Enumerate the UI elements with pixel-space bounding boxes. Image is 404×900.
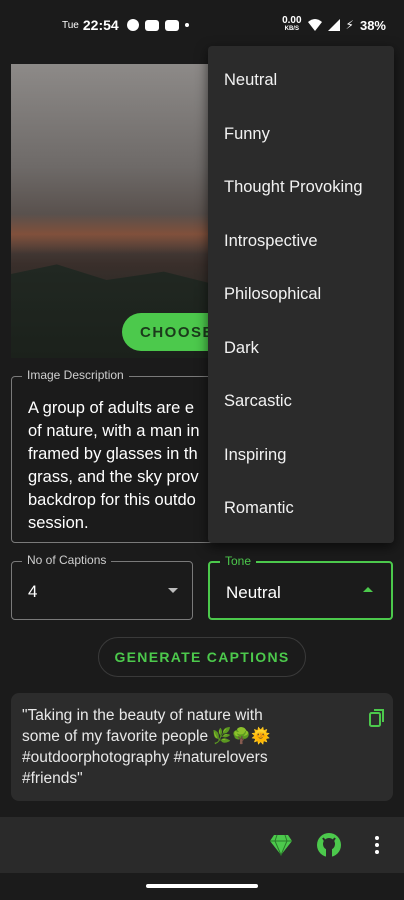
- more-notifications-icon: [184, 23, 189, 27]
- caption-card: "Taking in the beauty of nature with som…: [11, 693, 393, 801]
- tone-select[interactable]: Tone Neutral: [208, 554, 393, 620]
- status-right: 0.00 KB/S ⚡ 38%: [282, 16, 386, 34]
- caption-line: #outdoorphotography #naturelovers: [22, 749, 268, 766]
- num-captions-value: 4: [28, 582, 38, 601]
- copy-icon[interactable]: [369, 709, 385, 727]
- gesture-nav-handle[interactable]: [146, 884, 258, 888]
- menu-item-thought-provoking[interactable]: Thought Provoking: [208, 161, 394, 215]
- notification-icons: [126, 19, 189, 31]
- net-speed: 0.00 KB/S: [282, 16, 301, 34]
- tone-dropdown-menu: Neutral Funny Thought Provoking Introspe…: [208, 46, 394, 543]
- status-bar: Tue 22:54 0.00 KB/S ⚡ 38%: [0, 0, 404, 50]
- caption-line: "Taking in the beauty of nature with: [22, 707, 263, 724]
- menu-item-philosophical[interactable]: Philosophical: [208, 268, 394, 322]
- menu-item-romantic[interactable]: Romantic: [208, 482, 394, 536]
- more-vert-icon[interactable]: [364, 832, 390, 858]
- num-captions-select[interactable]: No of Captions 4: [11, 553, 193, 620]
- chat-icon: [126, 19, 139, 31]
- charging-icon: ⚡: [345, 18, 354, 32]
- tone-label: Tone: [220, 554, 257, 568]
- youtube-icon: [164, 19, 179, 31]
- dropdown-arrow-up-icon: [363, 587, 373, 592]
- menu-item-neutral[interactable]: Neutral: [208, 54, 394, 108]
- num-captions-label: No of Captions: [22, 553, 112, 567]
- menu-item-funny[interactable]: Funny: [208, 108, 394, 162]
- menu-item-introspective[interactable]: Introspective: [208, 215, 394, 269]
- tone-value: Neutral: [226, 583, 281, 602]
- generate-captions-button[interactable]: GENERATE CAPTIONS: [98, 637, 306, 677]
- signal-icon: [327, 19, 340, 31]
- dropdown-arrow-icon: [168, 588, 178, 593]
- menu-item-sarcastic[interactable]: Sarcastic: [208, 375, 394, 429]
- youtube-icon: [144, 19, 159, 31]
- caption-line: #friends": [22, 770, 83, 787]
- caption-text: "Taking in the beauty of nature with som…: [22, 705, 352, 789]
- status-time: 22:54: [82, 17, 119, 33]
- net-speed-unit: KB/S: [284, 26, 299, 32]
- battery-level: 38%: [359, 17, 386, 33]
- menu-item-inspiring[interactable]: Inspiring: [208, 429, 394, 483]
- gem-icon[interactable]: [268, 832, 294, 858]
- bottom-app-bar: [0, 817, 404, 873]
- github-icon[interactable]: [316, 832, 342, 858]
- caption-line: some of my favorite people 🌿🌳🌞: [22, 728, 271, 745]
- menu-item-dark[interactable]: Dark: [208, 322, 394, 376]
- image-description-label: Image Description: [22, 368, 129, 382]
- status-day: Tue: [62, 19, 79, 31]
- wifi-icon: [307, 19, 322, 31]
